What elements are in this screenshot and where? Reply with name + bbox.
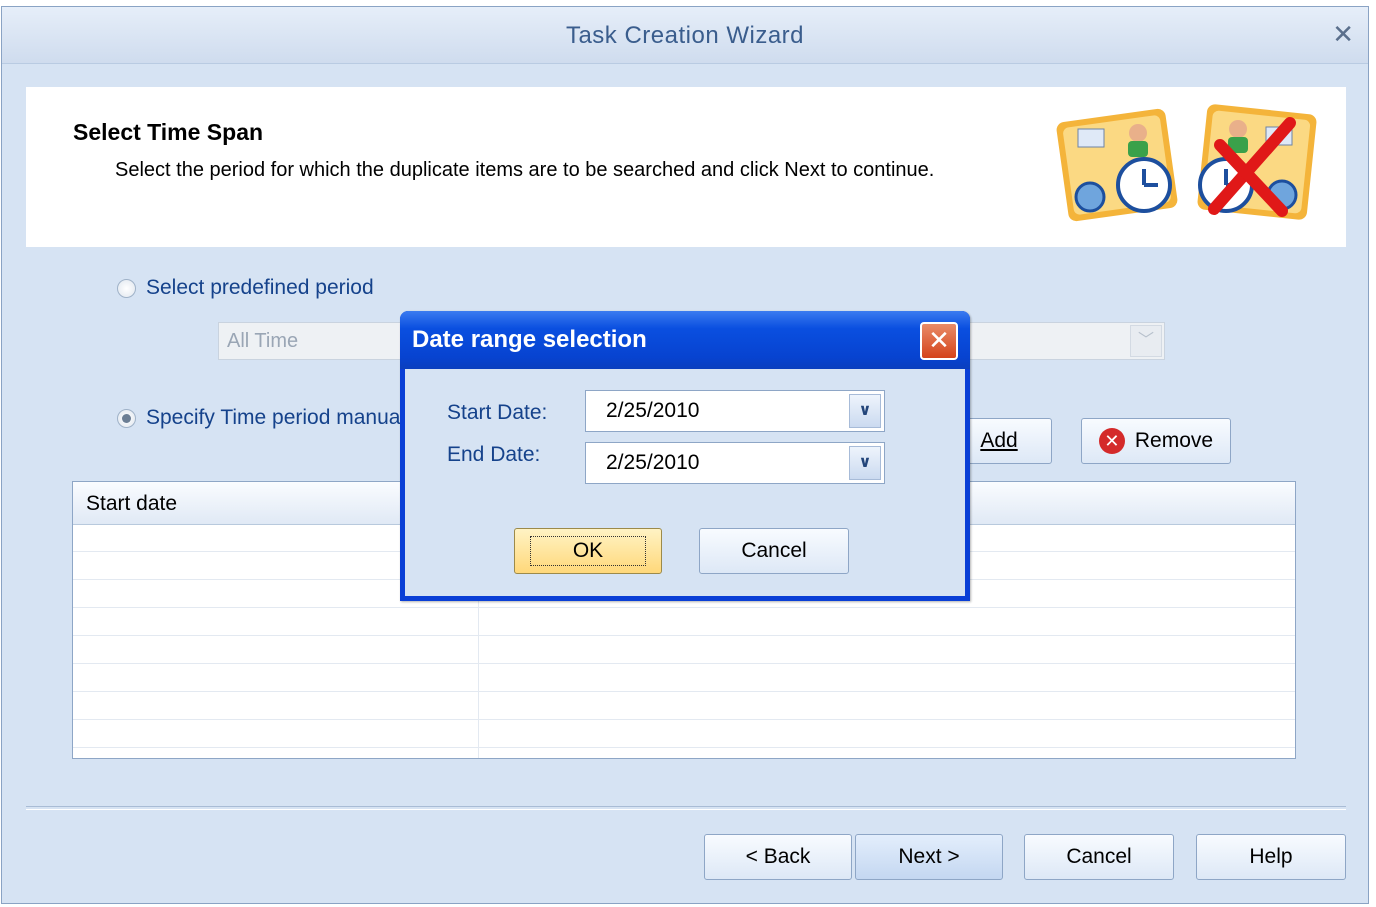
dialog-cancel-button[interactable]: Cancel: [699, 528, 849, 574]
page-title: Select Time Span: [73, 119, 264, 145]
radio-button[interactable]: [117, 408, 136, 428]
close-icon[interactable]: ✕: [920, 322, 958, 360]
add-label: Add: [980, 429, 1018, 452]
outlook-clock-icon: [1056, 108, 1178, 222]
table-row[interactable]: [73, 664, 1295, 692]
radio-predefined-period[interactable]: Select predefined period: [117, 276, 374, 300]
dialog-cancel-label: Cancel: [741, 539, 807, 562]
close-icon[interactable]: ✕: [1332, 19, 1354, 50]
dialog-title: Date range selection: [412, 326, 647, 353]
radio-button[interactable]: [117, 278, 136, 298]
table-row[interactable]: [73, 636, 1295, 664]
dialog-title-bar: Date range selection ✕: [400, 311, 970, 369]
table-row[interactable]: [73, 720, 1295, 748]
end-date-picker[interactable]: 2/25/2010 ∨: [585, 442, 885, 484]
page-description: Select the period for which the duplicat…: [115, 159, 935, 181]
remove-label: Remove: [1134, 429, 1214, 452]
select-value: All Time: [227, 330, 299, 352]
cancel-button[interactable]: Cancel: [1024, 834, 1174, 880]
window-title: Task Creation Wizard: [565, 22, 805, 49]
start-date-picker[interactable]: 2/25/2010 ∨: [585, 390, 885, 432]
title-bar: Task Creation Wizard ✕: [2, 7, 1368, 64]
outlook-clock-crossed-icon: [1197, 104, 1317, 220]
header-panel: Select Time Span Select the period for w…: [26, 87, 1346, 247]
radio-manual-period[interactable]: Specify Time period manua: [117, 406, 400, 430]
next-button[interactable]: Next >: [855, 834, 1003, 880]
help-button[interactable]: Help: [1196, 834, 1346, 880]
header-graphic: [1056, 104, 1317, 222]
dialog-body: Start Date: 2/25/2010 ∨ End Date: 2/25/2…: [405, 369, 965, 596]
table-row[interactable]: [73, 608, 1295, 636]
back-button[interactable]: < Back: [704, 834, 852, 880]
chevron-down-icon[interactable]: ∨: [849, 394, 881, 428]
cancel-label: Cancel: [1066, 845, 1132, 868]
start-date-label: Start Date:: [447, 401, 548, 424]
radio-label: Select predefined period: [146, 276, 374, 299]
chevron-down-icon[interactable]: ∨: [849, 446, 881, 480]
table-row[interactable]: [73, 692, 1295, 720]
end-date-value: 2/25/2010: [606, 451, 700, 474]
back-label: < Back: [745, 845, 811, 868]
date-range-dialog: Date range selection ✕ Start Date: 2/25/…: [400, 311, 970, 601]
end-date-label: End Date:: [447, 443, 541, 466]
next-label: Next >: [898, 845, 960, 868]
start-date-value: 2/25/2010: [606, 399, 700, 422]
radio-label: Specify Time period manua: [146, 406, 401, 429]
footer-divider: [26, 806, 1346, 810]
ok-button[interactable]: OK: [514, 528, 662, 574]
remove-button[interactable]: ✕ Remove: [1081, 418, 1231, 464]
ok-label: OK: [529, 536, 647, 566]
help-label: Help: [1249, 845, 1293, 868]
chevron-down-icon[interactable]: ﹀: [1130, 325, 1162, 357]
column-header-start-date[interactable]: Start date: [86, 492, 177, 516]
remove-icon: ✕: [1098, 428, 1125, 454]
